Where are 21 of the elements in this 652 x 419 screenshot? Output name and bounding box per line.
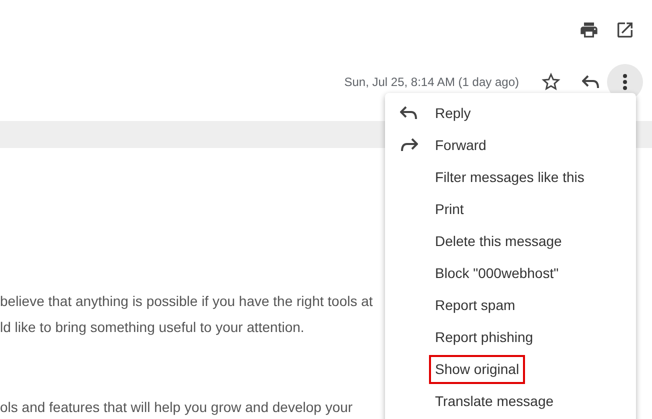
menu-item[interactable]: Translate message bbox=[429, 386, 560, 416]
message-text: believe that anything is possible if you have the right tools at bbox=[0, 292, 373, 311]
menu-item[interactable]: Show original bbox=[429, 354, 526, 384]
menu-item[interactable]: Report spam bbox=[429, 290, 522, 320]
menu-item[interactable]: Report phishing bbox=[429, 322, 540, 352]
message-text: ld like to bring something useful to your attention. bbox=[0, 318, 304, 337]
menu-item[interactable]: Delete this message bbox=[429, 226, 568, 256]
menu-item[interactable]: Filter messages like this bbox=[429, 162, 590, 192]
menu-item[interactable]: Reply bbox=[429, 98, 477, 128]
forward-icon bbox=[400, 138, 418, 152]
star-icon[interactable] bbox=[541, 72, 561, 92]
message-date: Sun, Jul 25, 8:14 AM (1 day ago) bbox=[344, 74, 519, 91]
print-icon[interactable] bbox=[579, 20, 599, 40]
reply-icon bbox=[582, 75, 600, 89]
message-text: ols and features that will help you grow and develop your bbox=[0, 398, 353, 417]
open-in-new-window-icon[interactable] bbox=[615, 20, 635, 40]
more-vertical-icon bbox=[623, 74, 627, 90]
menu-item[interactable]: Forward bbox=[429, 130, 492, 160]
menu-item[interactable]: Print bbox=[429, 194, 470, 224]
reply-icon bbox=[400, 106, 418, 120]
menu-item[interactable]: Block "000webhost" bbox=[429, 258, 565, 288]
